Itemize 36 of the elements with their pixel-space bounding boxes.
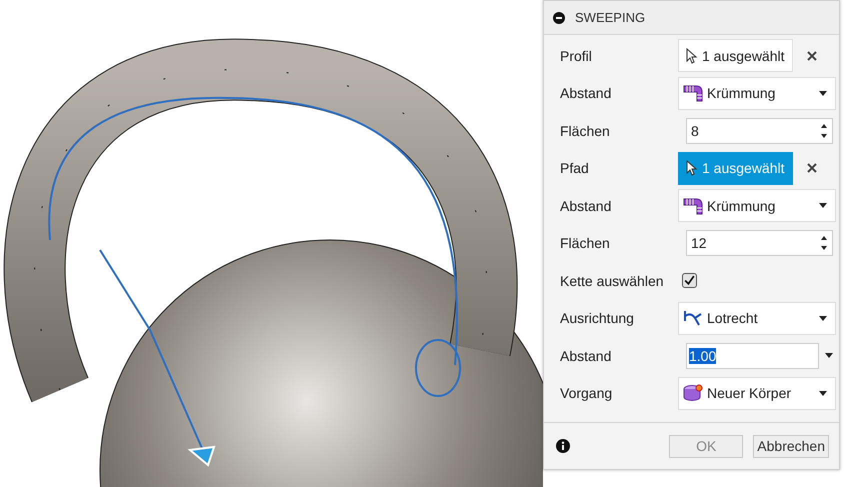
caret-icon [819,203,827,208]
close-icon[interactable] [806,163,817,174]
field-label: Vorgang [560,385,614,402]
field-label: Flächen [560,235,611,252]
field-label: Ausrichtung [560,310,635,326]
field-label: Abstand [560,85,612,102]
info-icon[interactable] [556,439,570,453]
checkbox[interactable] [682,273,697,288]
collapse-icon[interactable] [553,12,565,24]
field-label: Abstand [560,198,612,214]
close-icon[interactable] [806,50,817,61]
cursor-icon [686,48,698,64]
caret-icon [819,90,827,96]
cursor-icon [686,160,698,176]
field-label: Flächen [560,122,611,139]
field-label: Profil [560,48,593,64]
selection-button[interactable]: 1 ausgewählt [678,39,793,72]
field-label: Abstand [560,348,612,364]
field-label: Pfad [560,160,590,176]
body-icon [683,384,703,402]
caret-icon[interactable] [825,353,833,358]
panel-title: SWEEPING [575,10,646,25]
dropdown[interactable]: Krümmung [678,189,836,222]
dropdown[interactable]: Neuer Körper [678,376,836,410]
field-label: Kette auswählen [560,272,665,289]
number-field[interactable]: 12 [686,230,833,256]
orientation-icon [683,309,703,328]
dropdown[interactable]: Krümmung [678,76,836,110]
caret-icon [819,390,827,396]
cancel-button[interactable]: Abbrechen [753,434,829,458]
caret-icon [819,316,827,321]
curvature-icon [683,84,703,102]
number-field[interactable]: 8 [686,118,833,144]
distance-field[interactable]: 1.00 [686,342,819,369]
dropdown[interactable]: Lotrecht [678,302,836,335]
curvature-icon [683,196,703,215]
